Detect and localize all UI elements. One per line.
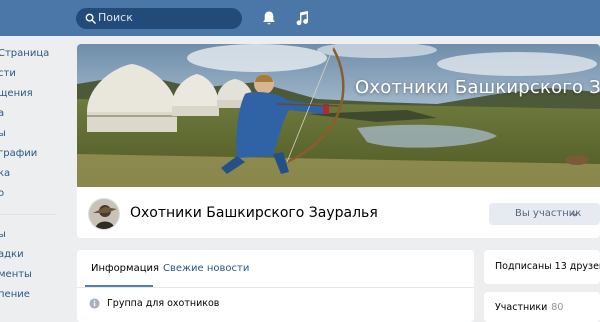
chevron-down-icon xyxy=(571,212,578,217)
sidebar-item-label: менты xyxy=(0,269,32,280)
sidebar-item-documents[interactable]: менты xyxy=(0,265,60,285)
sidebar-item-groups[interactable]: ы xyxy=(0,124,60,144)
sidebar-item-video[interactable]: о xyxy=(0,184,60,204)
friends-subscribed-box[interactable]: Подписаны 13 друзей xyxy=(484,250,600,284)
sidebar-item-page[interactable]: Страница xyxy=(0,44,60,64)
tab-information[interactable]: Информация xyxy=(91,262,159,276)
tab-bar: Информация Свежие новости xyxy=(77,250,474,288)
sidebar-divider xyxy=(0,214,56,215)
top-bar: Поиск xyxy=(0,0,600,36)
sidebar-item-label: Страница xyxy=(0,48,50,59)
search-input[interactable]: Поиск xyxy=(76,8,242,29)
search-icon xyxy=(85,13,96,24)
members-count: 80 xyxy=(551,302,564,313)
members-label: Участники xyxy=(495,302,548,313)
active-tab-indicator xyxy=(85,285,153,287)
sidebar-item-label: ы xyxy=(0,128,6,139)
sidebar-item-label: пение xyxy=(0,289,30,300)
sidebar-item-label: адки xyxy=(0,249,24,260)
bell-icon[interactable] xyxy=(262,10,276,26)
sidebar-item-label: сти xyxy=(0,68,16,79)
group-name: Охотники Башкирского Зауралья xyxy=(130,205,378,221)
sidebar-item-friends[interactable]: а xyxy=(0,104,60,124)
friends-subscribed-label: Подписаны 13 друзей xyxy=(495,261,600,272)
sidebar-item-label: ка xyxy=(0,168,11,179)
group-description: Группа для охотников xyxy=(107,298,220,309)
members-title: Участники 80 xyxy=(495,302,563,313)
sidebar-item-management[interactable]: пение xyxy=(0,285,60,305)
membership-dropdown-button[interactable]: Вы участник xyxy=(489,203,600,225)
left-navigation: Страница сти щения а ы графии ка о ы адк… xyxy=(0,44,60,305)
sidebar-item-music[interactable]: ка xyxy=(0,164,60,184)
sidebar-item-label: о xyxy=(0,188,5,199)
sidebar-item-news[interactable]: сти xyxy=(0,64,60,84)
info-icon xyxy=(89,298,100,309)
music-note-icon[interactable] xyxy=(295,10,309,26)
cover-title: Охотники Башкирского Зауралья xyxy=(355,77,600,98)
group-avatar[interactable] xyxy=(88,198,120,230)
sidebar-item-label: графии xyxy=(0,148,38,159)
info-panel: Информация Свежие новости Группа для охо… xyxy=(77,250,474,322)
tab-latest-news[interactable]: Свежие новости xyxy=(163,262,249,276)
sidebar-item-messages[interactable]: щения xyxy=(0,84,60,104)
sidebar-item-bookmarks[interactable]: адки xyxy=(0,245,60,265)
group-cover-image xyxy=(77,44,600,187)
sidebar-item-games[interactable]: ы xyxy=(0,225,60,245)
sidebar-item-photos[interactable]: графии xyxy=(0,144,60,164)
sidebar-item-label: щения xyxy=(0,88,33,99)
sidebar-item-label: ы xyxy=(0,229,6,240)
sidebar-item-label: а xyxy=(0,108,5,119)
members-box[interactable]: Участники 80 xyxy=(484,292,600,322)
search-placeholder: Поиск xyxy=(98,11,133,24)
